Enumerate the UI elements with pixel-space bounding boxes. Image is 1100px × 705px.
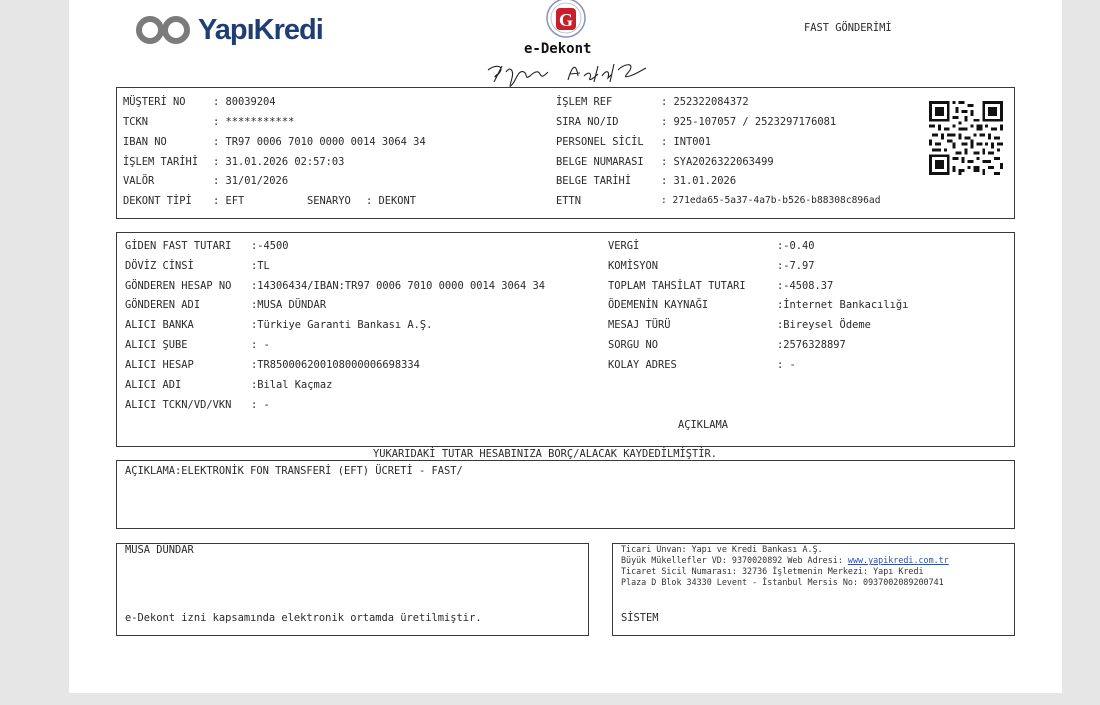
description-text: AÇIKLAMA:ELEKTRONİK FON TRANSFERİ (EFT) … bbox=[125, 465, 463, 477]
senaryo-value: : DEKONT bbox=[366, 195, 417, 207]
personel-value: : INT001 bbox=[661, 136, 712, 148]
doc-title: e-Dekont bbox=[524, 41, 592, 57]
bank-legal-line-1: Ticari Unvan: Yapı ve Kredi Bankası A.Ş. bbox=[621, 544, 823, 554]
belge-tarihi-value: : 31.01.2026 bbox=[661, 175, 737, 187]
tckn-label: TCKN bbox=[123, 116, 149, 128]
komisyon-label: KOMİSYON bbox=[608, 260, 659, 272]
bank-website-link[interactable]: www.yapikredi.com.tr bbox=[848, 555, 949, 565]
toplam-label: TOPLAM TAHSİLAT TUTARI bbox=[608, 280, 746, 292]
musteri-no-value: : 80039204 bbox=[213, 96, 276, 108]
toplam-value: :-4508.37 bbox=[777, 280, 834, 292]
brand-name: YapıKredi bbox=[198, 14, 324, 46]
islem-ref-label: İŞLEM REF bbox=[556, 96, 613, 108]
kaynak-value: :İnternet Bankacılığı bbox=[777, 299, 909, 311]
alici-adi-label: ALICI ADI bbox=[125, 379, 182, 391]
islem-ref-value: : 252322084372 bbox=[661, 96, 749, 108]
gonderen-hesap-label: GÖNDEREN HESAP NO bbox=[125, 280, 232, 292]
belge-no-label: BELGE NUMARASI bbox=[556, 156, 644, 168]
bank-legal-line-4: Plaza D Blok 34330 Levent - İstanbul Mer… bbox=[621, 577, 944, 587]
ettn-value: : 271eda65-5a37-4a7b-b526-b88308c896ad bbox=[661, 195, 881, 206]
senaryo-label: SENARYO bbox=[307, 195, 351, 207]
gonderen-adi-label: GÖNDEREN ADI bbox=[125, 299, 201, 311]
system-label: SİSTEM bbox=[621, 612, 659, 624]
yapikredi-emblem-icon bbox=[136, 16, 190, 44]
sorgu-label: SORGU NO bbox=[608, 339, 659, 351]
kolay-label: KOLAY ADRES bbox=[608, 359, 677, 371]
dekont-tipi-value: : EFT bbox=[213, 195, 245, 207]
doviz-label: DÖVİZ CİNSİ bbox=[125, 260, 194, 272]
qr-code-icon bbox=[929, 101, 1003, 175]
mesaj-value: :Bireysel Ödeme bbox=[777, 319, 871, 331]
sorgu-value: :2576328897 bbox=[777, 339, 846, 351]
alici-tckn-value: : - bbox=[251, 399, 270, 411]
personel-label: PERSONEL SİCİL bbox=[556, 136, 644, 148]
iban-value: : TR97 0006 7010 0000 0014 3064 34 bbox=[213, 136, 426, 148]
edekont-note: e-Dekont izni kapsamında elektronik orta… bbox=[125, 612, 482, 624]
valor-label: VALÖR bbox=[123, 175, 155, 187]
valor-value: : 31/01/2026 bbox=[213, 175, 289, 187]
giden-label: GİDEN FAST TUTARI bbox=[125, 240, 232, 252]
bank-legal-line-2: Büyük Mükellefler VD: 9370020892 Web Adr… bbox=[621, 555, 949, 566]
komisyon-value: :-7.97 bbox=[777, 260, 815, 272]
islem-tarihi-value: : 31.01.2026 02:57:03 bbox=[213, 156, 345, 168]
musteri-no-label: MÜŞTERİ NO bbox=[123, 96, 186, 108]
dekont-tipi-label: DEKONT TİPİ bbox=[123, 195, 192, 207]
alici-hesap-label: ALICI HESAP bbox=[125, 359, 194, 371]
vergi-label: VERGİ bbox=[608, 240, 640, 252]
alici-sube-value: : - bbox=[251, 339, 270, 351]
gonderen-hesap-value: :14306434/IBAN:TR97 0006 7010 0000 0014 … bbox=[251, 280, 546, 292]
tckn-value: : *********** bbox=[213, 116, 295, 128]
ettn-label: ETTN bbox=[556, 195, 582, 207]
giden-value: :-4500 bbox=[251, 240, 289, 252]
customer-name: MUSA DÜNDAR bbox=[125, 544, 194, 556]
alici-hesap-value: :TR850006200108000006698334 bbox=[251, 359, 420, 371]
kolay-value: : - bbox=[777, 359, 796, 371]
alici-adi-value: :Bilal Kaçmaz bbox=[251, 379, 333, 391]
belge-tarihi-label: BELGE TARİHİ bbox=[556, 175, 632, 187]
iban-label: IBAN NO bbox=[123, 136, 167, 148]
gonderen-adi-value: :MUSA DÜNDAR bbox=[251, 299, 327, 311]
debit-notice: YUKARIDAKİ TUTAR HESABINIZA BORÇ/ALACAK … bbox=[373, 448, 718, 460]
bank-seal-icon: G bbox=[546, 0, 586, 38]
yapikredi-logo: YapıKredi bbox=[134, 12, 324, 48]
alici-banka-value: :Türkiye Garanti Bankası A.Ş. bbox=[251, 319, 433, 331]
doviz-value: :TL bbox=[251, 260, 270, 272]
alici-sube-label: ALICI ŞUBE bbox=[125, 339, 188, 351]
bank-legal-line-3: Ticaret Sicil Numarası: 32736 İşletmenin… bbox=[621, 566, 924, 576]
svg-text:G: G bbox=[559, 10, 573, 30]
bank-tax-office: Büyük Mükellefler VD: 9370020892 Web Adr… bbox=[621, 555, 848, 565]
sira-no-value: : 925-107057 / 2523297176081 bbox=[661, 116, 837, 128]
kaynak-label: ÖDEMENİN KAYNAĞI bbox=[608, 299, 709, 311]
doc-type: FAST GÖNDERİMİ bbox=[804, 22, 892, 34]
islem-tarihi-label: İŞLEM TARİHİ bbox=[123, 156, 199, 168]
vergi-value: :-0.40 bbox=[777, 240, 815, 252]
mesaj-label: MESAJ TÜRÜ bbox=[608, 319, 671, 331]
alici-banka-label: ALICI BANKA bbox=[125, 319, 194, 331]
alici-tckn-label: ALICI TCKN/VD/VKN bbox=[125, 399, 232, 411]
sira-no-label: SIRA NO/ID bbox=[556, 116, 619, 128]
aciklama-heading: AÇIKLAMA bbox=[678, 419, 729, 431]
belge-no-value: : SYA2026322063499 bbox=[661, 156, 774, 168]
